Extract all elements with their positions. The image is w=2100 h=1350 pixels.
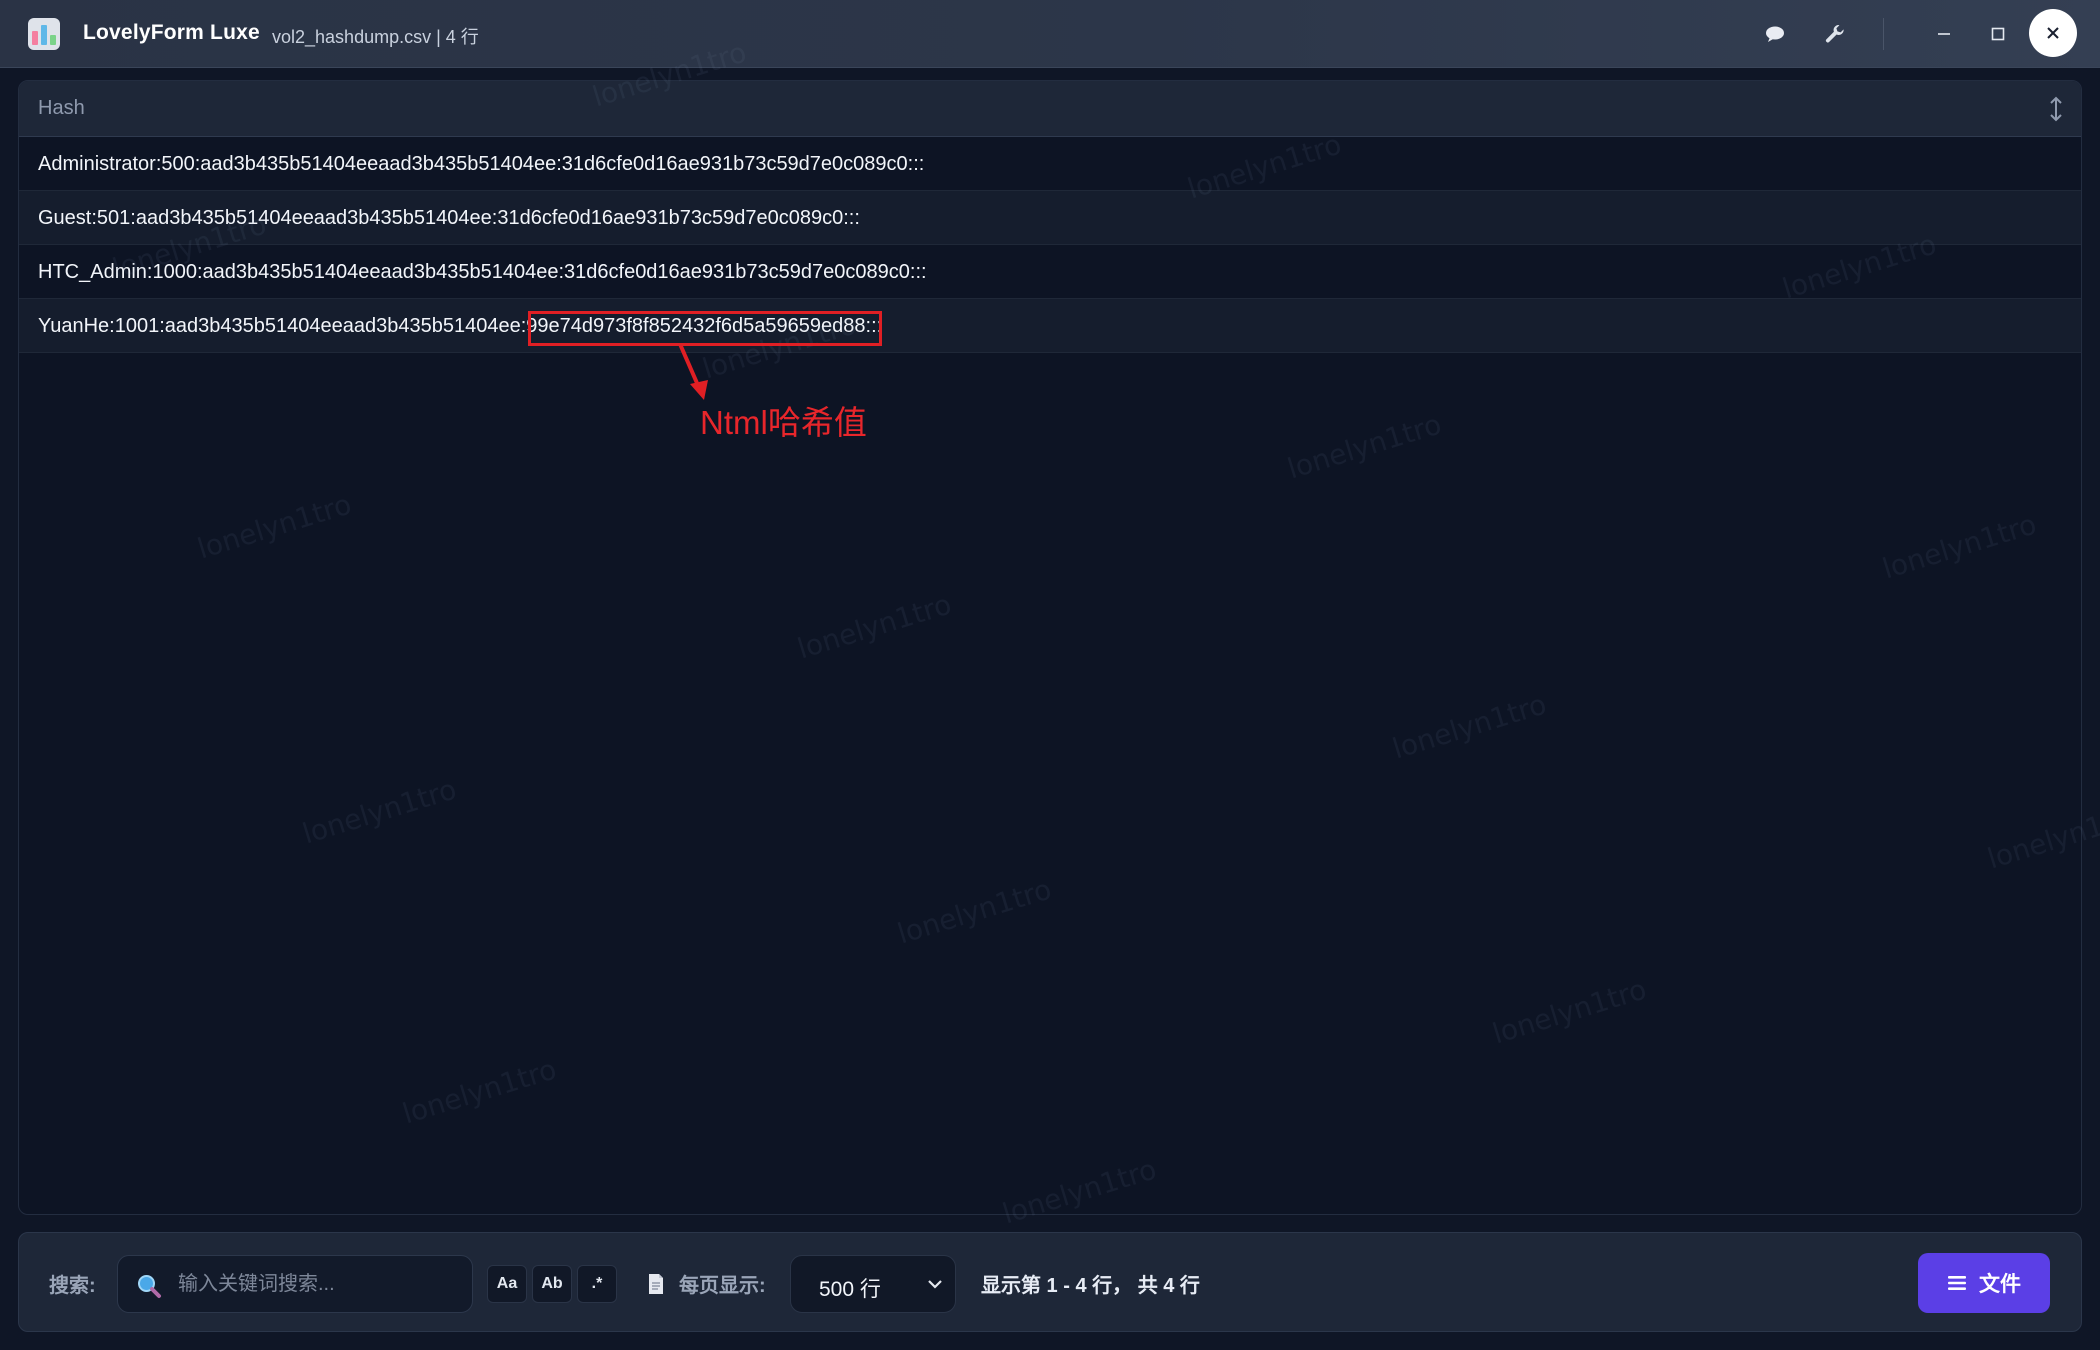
whole-word-toggle[interactable]: Ab — [532, 1265, 572, 1303]
wrench-icon[interactable] — [1817, 16, 1853, 52]
title-bar: LovelyForm Luxe vol2_hashdump.csv | 4 行 — [0, 0, 2100, 68]
app-title: LovelyForm Luxe — [83, 21, 260, 44]
table-header: Hash — [19, 81, 2081, 137]
search-icon — [138, 1275, 161, 1298]
titlebar-divider — [1883, 18, 1884, 50]
regex-toggle[interactable]: .* — [577, 1265, 617, 1303]
page-size-value: 500 行 — [819, 1278, 881, 1301]
close-button[interactable] — [2029, 9, 2077, 57]
annotation-label: Ntml哈希值 — [700, 404, 867, 441]
sort-icon[interactable] — [2045, 95, 2067, 123]
search-input[interactable] — [176, 1266, 456, 1302]
file-button-label: 文件 — [1979, 1273, 2021, 1296]
table-cell: Administrator:500:aad3b435b51404eeaad3b4… — [38, 153, 925, 175]
bottom-toolbar: 搜索: Aa Ab .* 每页显示: 500 行 显示第 1 - 4 行， 共 … — [18, 1232, 2082, 1332]
menu-icon — [1948, 1276, 1966, 1290]
close-icon — [2047, 27, 2059, 39]
table-row[interactable]: HTC_Admin:1000:aad3b435b51404eeaad3b435b… — [19, 245, 2081, 299]
document-icon — [649, 1274, 663, 1294]
table-row[interactable]: Guest:501:aad3b435b51404eeaad3b435b51404… — [19, 191, 2081, 245]
chat-bubble-icon[interactable] — [1757, 16, 1793, 52]
table-cell: HTC_Admin:1000:aad3b435b51404eeaad3b435b… — [38, 261, 927, 283]
table-row[interactable]: Administrator:500:aad3b435b51404eeaad3b4… — [19, 137, 2081, 191]
table-cell: Guest:501:aad3b435b51404eeaad3b435b51404… — [38, 207, 860, 229]
column-header-hash[interactable]: Hash — [38, 97, 85, 120]
chevron-down-icon — [928, 1280, 942, 1289]
minimize-button[interactable] — [1920, 10, 1968, 58]
search-box[interactable] — [117, 1255, 473, 1313]
data-table: Hash Administrator:500:aad3b435b51404eea… — [18, 80, 2082, 1215]
file-info: vol2_hashdump.csv | 4 行 — [272, 27, 479, 47]
table-row[interactable]: YuanHe:1001:aad3b435b51404eeaad3b435b514… — [19, 299, 2081, 353]
match-case-toggle[interactable]: Aa — [487, 1265, 527, 1303]
row-count-status: 显示第 1 - 4 行， 共 4 行 — [981, 1275, 1200, 1297]
page-size-select[interactable]: 500 行 — [790, 1255, 956, 1313]
app-logo-icon — [28, 18, 60, 50]
file-menu-button[interactable]: 文件 — [1918, 1253, 2050, 1313]
minimize-icon — [1938, 33, 1950, 35]
maximize-button[interactable] — [1974, 10, 2022, 58]
page-size-label: 每页显示: — [679, 1275, 766, 1297]
maximize-icon — [1991, 27, 2005, 41]
search-label: 搜索: — [49, 1275, 96, 1297]
